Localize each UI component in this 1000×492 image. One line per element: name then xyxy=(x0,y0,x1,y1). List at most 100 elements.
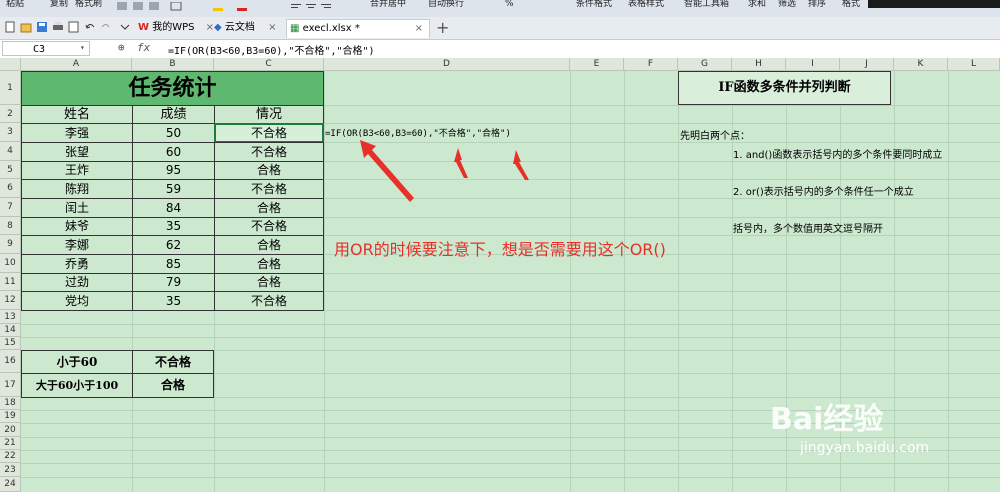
name-box[interactable]: C3 xyxy=(2,41,90,56)
wrap-text-button[interactable]: 自动换行 xyxy=(428,0,464,10)
row-header-18[interactable]: 18 xyxy=(0,397,21,410)
legend-result[interactable]: 不合格 xyxy=(132,350,214,374)
cell-score[interactable]: 79 xyxy=(132,273,215,292)
cell-name[interactable]: 王炸 xyxy=(21,161,133,180)
row-header-21[interactable]: 21 xyxy=(0,437,21,450)
open-file-icon[interactable] xyxy=(20,21,32,36)
row-header-22[interactable]: 22 xyxy=(0,450,21,463)
cell-status-selected[interactable]: 不合格 xyxy=(214,123,324,143)
bold-icon[interactable] xyxy=(116,1,128,11)
cell-score[interactable]: 35 xyxy=(132,291,215,311)
chevron-down-icon[interactable]: ▾ xyxy=(80,43,85,52)
column-header-k[interactable]: K xyxy=(894,58,948,71)
print-icon[interactable] xyxy=(52,21,64,36)
undo-icon[interactable] xyxy=(84,21,96,36)
fx-icon[interactable]: fx xyxy=(137,41,150,54)
column-header-l[interactable]: L xyxy=(948,58,1000,71)
add-tab-icon[interactable]: + xyxy=(436,18,449,37)
cell-name[interactable]: 李娜 xyxy=(21,235,133,255)
fill-color-icon[interactable] xyxy=(212,1,224,11)
cell-score[interactable]: 60 xyxy=(132,142,215,162)
cell-score[interactable]: 59 xyxy=(132,179,215,199)
row-header-12[interactable]: 12 xyxy=(0,291,21,310)
new-file-icon[interactable] xyxy=(4,21,16,36)
column-header-i[interactable]: I xyxy=(786,58,840,71)
sum-button[interactable]: 求和 xyxy=(748,0,766,10)
cell-status[interactable]: 不合格 xyxy=(214,291,324,311)
underline-icon[interactable] xyxy=(148,1,160,11)
column-header-a[interactable]: A xyxy=(21,58,132,71)
row-header-5[interactable]: 5 xyxy=(0,161,21,179)
border-icon[interactable] xyxy=(170,1,182,11)
select-all-corner[interactable] xyxy=(0,58,21,71)
tab-execl-xlsx[interactable]: ▦ execl.xlsx * × xyxy=(286,19,430,38)
align-right-icon[interactable] xyxy=(320,1,332,11)
column-header-d[interactable]: D xyxy=(324,58,570,71)
column-header-f[interactable]: F xyxy=(624,58,678,71)
legend-condition[interactable]: 大于60小于100 xyxy=(21,373,133,398)
row-header-4[interactable]: 4 xyxy=(0,142,21,161)
cell-score[interactable]: 50 xyxy=(132,123,215,143)
row-header-16[interactable]: 16 xyxy=(0,350,21,373)
column-header-h[interactable]: H xyxy=(732,58,786,71)
if-function-title[interactable]: IF函数多条件并列判断 xyxy=(678,71,891,105)
formula-input[interactable]: =IF(OR(B3<60,B3=60),"不合格","合格") xyxy=(168,42,375,57)
row-header-19[interactable]: 19 xyxy=(0,410,21,423)
cell-name[interactable]: 张望 xyxy=(21,142,133,162)
chevron-down-icon[interactable] xyxy=(120,21,130,36)
tab-my-wps[interactable]: W 我的WPS × xyxy=(136,19,214,37)
cell-status[interactable]: 合格 xyxy=(214,254,324,274)
cell-score[interactable]: 95 xyxy=(132,161,215,180)
row-header-11[interactable]: 11 xyxy=(0,273,21,291)
sheet-title[interactable]: 任务统计 xyxy=(21,71,324,106)
cell-name[interactable]: 陈翔 xyxy=(21,179,133,199)
legend-condition[interactable]: 小于60 xyxy=(21,350,133,374)
align-left-icon[interactable] xyxy=(290,1,302,11)
row-header-23[interactable]: 23 xyxy=(0,463,21,477)
row-header-20[interactable]: 20 xyxy=(0,423,21,437)
zoom-icon[interactable]: ⊕ xyxy=(118,41,125,54)
header-score[interactable]: 成绩 xyxy=(132,105,215,124)
cell-score[interactable]: 85 xyxy=(132,254,215,274)
column-header-g[interactable]: G xyxy=(678,58,732,71)
header-name[interactable]: 姓名 xyxy=(21,105,133,124)
row-header-6[interactable]: 6 xyxy=(0,179,21,198)
filter-button[interactable]: 筛选 xyxy=(778,0,796,10)
smart-toolbox-button[interactable]: 智能工具箱 xyxy=(684,0,729,10)
column-header-b[interactable]: B xyxy=(132,58,214,71)
row-header-14[interactable]: 14 xyxy=(0,324,21,337)
cell-name[interactable]: 党均 xyxy=(21,291,133,311)
row-header-17[interactable]: 17 xyxy=(0,373,21,397)
format-painter-button[interactable]: 格式刷 xyxy=(75,0,102,10)
font-color-icon[interactable] xyxy=(236,1,248,11)
column-header-j[interactable]: J xyxy=(840,58,894,71)
print-preview-icon[interactable] xyxy=(68,21,80,36)
row-header-2[interactable]: 2 xyxy=(0,105,21,123)
format-button[interactable]: 格式 xyxy=(842,0,860,10)
header-status[interactable]: 情况 xyxy=(214,105,324,124)
cell-score[interactable]: 84 xyxy=(132,198,215,218)
table-style-button[interactable]: 表格样式 xyxy=(628,0,664,10)
close-icon[interactable]: × xyxy=(415,20,423,38)
save-icon[interactable] xyxy=(36,21,48,36)
row-header-13[interactable]: 13 xyxy=(0,310,21,324)
paste-button[interactable]: 粘贴 xyxy=(6,0,24,10)
align-center-icon[interactable] xyxy=(305,1,317,11)
sheet-grid[interactable]: A B C D E F G H I J K L 1 2 3 4 5 6 7 8 … xyxy=(0,58,1000,492)
cell-status[interactable]: 合格 xyxy=(214,161,324,180)
cell-score[interactable]: 35 xyxy=(132,217,215,236)
row-header-8[interactable]: 8 xyxy=(0,217,21,235)
cell-score[interactable]: 62 xyxy=(132,235,215,255)
row-header-10[interactable]: 10 xyxy=(0,254,21,273)
conditional-format-button[interactable]: 条件格式 xyxy=(576,0,612,10)
cell-name[interactable]: 过劲 xyxy=(21,273,133,292)
column-header-e[interactable]: E xyxy=(570,58,624,71)
sort-button[interactable]: 排序 xyxy=(808,0,826,10)
legend-result[interactable]: 合格 xyxy=(132,373,214,398)
row-header-7[interactable]: 7 xyxy=(0,198,21,217)
row-header-3[interactable]: 3 xyxy=(0,123,21,142)
cell-status[interactable]: 不合格 xyxy=(214,142,324,162)
cell-status[interactable]: 不合格 xyxy=(214,179,324,199)
row-header-9[interactable]: 9 xyxy=(0,235,21,254)
tab-cloud-docs[interactable]: ◆ 云文档 × xyxy=(212,19,282,37)
